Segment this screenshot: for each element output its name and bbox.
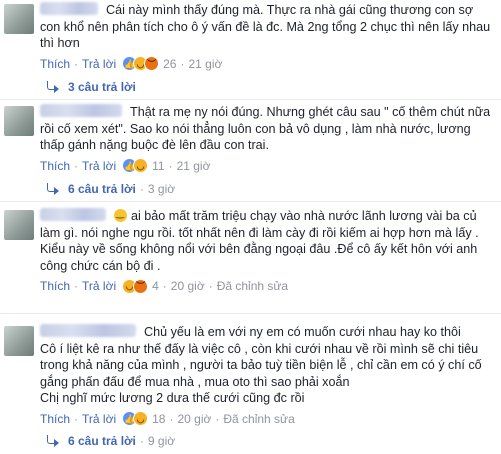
angry-reaction-icon: ︶ [133,278,149,294]
reactions[interactable]: 👍 ◡ ︶ [122,56,160,71]
like-button[interactable]: Thích [40,157,70,175]
comment-text: ai bảo mất trăm triệu chạy vào nhà nước … [40,209,483,273]
divider [0,201,501,202]
reaction-count[interactable]: 11 [152,157,164,175]
edited-label[interactable]: Đã chỉnh sửa [223,410,294,428]
view-replies-link[interactable]: 3 câu trả lời [46,78,136,96]
author-name[interactable] [40,208,106,221]
view-replies-link[interactable]: 6 câu trả lời · 9 giờ [46,432,175,450]
angry-reaction-icon: ︶ [144,56,160,71]
comment-time[interactable]: 21 giờ [177,157,211,175]
comment-body: Cái này mình thấy đúng mà. Thực ra nhà g… [40,2,495,73]
reply-arrow-icon [46,81,60,93]
comment-actions: Thích · Trả lời ◡ ︶ 4 · 20 giờ · Đã chỉn… [40,277,289,295]
haha-reaction-icon: ◡ [133,158,149,173]
replies-time: 3 giờ [147,182,176,196]
comment-actions: Thích · Trả lời 👍 ◡ ︶ 26 · 21 giờ [40,55,223,73]
reply-button[interactable]: Trả lời [82,157,116,175]
reactions[interactable]: 👍 ◡ [122,158,149,173]
reaction-count[interactable]: 4 [152,277,159,295]
avatar[interactable] [4,4,34,34]
reply-button[interactable]: Trả lời [82,410,116,428]
reaction-count[interactable]: 18 [152,410,165,428]
author-name[interactable] [40,2,98,15]
comment-text: Cái này mình thấy đúng mà. Thực ra nhà g… [40,3,494,50]
comment-actions: Thích · Trả lời 👍 ◡ 11 · 21 giờ [40,157,211,175]
reply-arrow-icon [46,183,60,195]
comment-time[interactable]: 20 giờ [171,277,205,295]
divider [0,99,501,100]
author-name[interactable] [40,324,136,337]
reply-button[interactable]: Trả lời [82,55,116,73]
reply-arrow-icon [46,435,60,447]
haha-reaction-icon: ◡ [133,411,149,426]
comment-body: Chủ yếu là em với ny em có muốn cưới nha… [40,324,495,428]
comment-body: Thật ra mẹ ny nói đúng. Nhưng ghét câu s… [40,104,495,175]
author-name[interactable] [40,104,122,117]
reactions[interactable]: 👍 ◡ [122,411,149,426]
divider [0,313,501,314]
like-button[interactable]: Thích [40,410,70,428]
reactions[interactable]: ◡ ︶ [122,278,149,294]
reply-button[interactable]: Trả lời [82,277,116,295]
like-button[interactable]: Thích [40,277,70,295]
avatar[interactable] [4,210,34,240]
comment-time[interactable]: 20 giờ [177,410,211,428]
comment-text: Chủ yếu là em với ny em có muốn cưới nha… [40,325,482,405]
like-button[interactable]: Thích [40,55,70,73]
avatar[interactable] [4,326,34,356]
view-replies-link[interactable]: 6 câu trả lời · 3 giờ [46,180,175,198]
comment-time[interactable]: 21 giờ [188,55,222,73]
comment-body: ai bảo mất trăm triệu chạy vào nhà nước … [40,206,495,295]
avatar[interactable] [4,106,34,136]
reaction-count[interactable]: 26 [163,55,176,73]
smile-emoji-icon [114,206,127,223]
replies-time: 9 giờ [147,434,176,448]
edited-label[interactable]: Đã chỉnh sửa [217,277,288,295]
comment-actions: Thích · Trả lời 👍 ◡ 18 · 20 giờ · Đã chỉ… [40,410,295,428]
